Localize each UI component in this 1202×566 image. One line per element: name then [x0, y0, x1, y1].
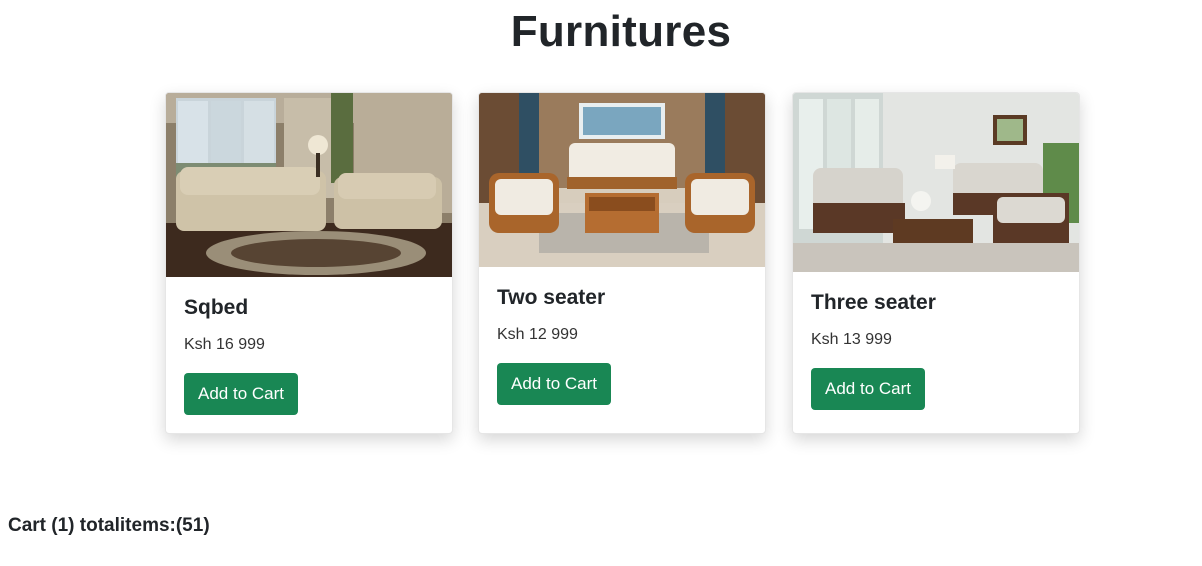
product-image-sofa-beige[interactable] — [166, 93, 452, 277]
add-to-cart-button[interactable]: Add to Cart — [811, 368, 925, 410]
product-image-sofa-grey[interactable] — [793, 93, 1079, 272]
page-title: Furnitures — [510, 7, 732, 56]
product-image-sofa-wooden[interactable] — [479, 93, 765, 267]
product-price: Ksh 12 999 — [497, 326, 578, 343]
product-price: Ksh 16 999 — [184, 336, 265, 353]
product-card-two-seater: Two seater Ksh 12 999 Add to Cart — [478, 92, 766, 434]
product-card-three-seater: Three seater Ksh 13 999 Add to Cart — [792, 92, 1080, 434]
product-name: Three seater — [811, 291, 936, 314]
product-price: Ksh 13 999 — [811, 331, 892, 348]
add-to-cart-button[interactable]: Add to Cart — [184, 373, 298, 415]
product-name: Two seater — [497, 286, 606, 309]
cart-summary: Cart (1) totalitems:(51) — [8, 515, 210, 536]
add-to-cart-button[interactable]: Add to Cart — [497, 363, 611, 405]
product-name: Sqbed — [184, 296, 249, 319]
product-card-sqbed: Sqbed Ksh 16 999 Add to Cart — [165, 92, 453, 434]
